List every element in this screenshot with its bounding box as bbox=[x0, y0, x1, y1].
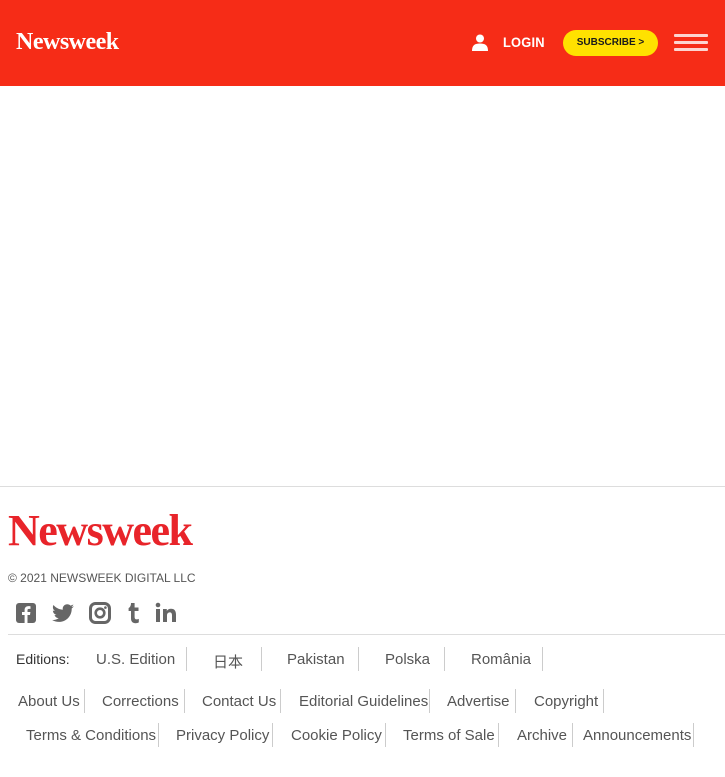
link-separator bbox=[572, 723, 573, 747]
link-editorial-guidelines[interactable]: Editorial Guidelines bbox=[299, 693, 428, 710]
hamburger-menu-icon[interactable] bbox=[674, 34, 708, 52]
edition-pakistan[interactable]: Pakistan bbox=[287, 651, 345, 668]
link-separator bbox=[515, 689, 516, 713]
link-separator bbox=[272, 723, 273, 747]
edition-japan[interactable]: 日本 bbox=[213, 651, 243, 672]
link-advertise[interactable]: Advertise bbox=[447, 693, 510, 710]
link-terms-of-sale[interactable]: Terms of Sale bbox=[403, 727, 495, 744]
editions-row: Editions: U.S. Edition 日本 Pakistan Polsk… bbox=[0, 647, 725, 673]
login-button[interactable]: LOGIN bbox=[503, 34, 545, 50]
link-about-us[interactable]: About Us bbox=[18, 693, 80, 710]
twitter-icon[interactable] bbox=[51, 602, 75, 624]
link-copyright[interactable]: Copyright bbox=[534, 693, 598, 710]
link-separator bbox=[429, 689, 430, 713]
link-separator bbox=[444, 647, 445, 671]
social-divider bbox=[8, 634, 725, 635]
link-privacy-policy[interactable]: Privacy Policy bbox=[176, 727, 269, 744]
link-terms-conditions[interactable]: Terms & Conditions bbox=[26, 727, 156, 744]
link-separator bbox=[158, 723, 159, 747]
link-separator bbox=[84, 689, 85, 713]
link-separator bbox=[261, 647, 262, 671]
link-separator bbox=[498, 723, 499, 747]
linkedin-icon[interactable] bbox=[154, 602, 178, 624]
site-header: Newsweek LOGIN SUBSCRIBE > bbox=[0, 0, 725, 86]
link-contact-us[interactable]: Contact Us bbox=[202, 693, 276, 710]
footer-links-row-1: About Us Corrections Contact Us Editoria… bbox=[0, 689, 725, 715]
header-logo[interactable]: Newsweek bbox=[16, 29, 119, 56]
user-icon[interactable] bbox=[472, 34, 488, 51]
link-separator bbox=[358, 647, 359, 671]
link-announcements[interactable]: Announcements bbox=[583, 727, 691, 744]
instagram-icon[interactable] bbox=[88, 602, 112, 624]
facebook-icon[interactable] bbox=[14, 602, 38, 624]
tumblr-icon[interactable] bbox=[122, 602, 146, 624]
link-corrections[interactable]: Corrections bbox=[102, 693, 179, 710]
link-separator bbox=[693, 723, 694, 747]
subscribe-button[interactable]: SUBSCRIBE > bbox=[563, 30, 658, 56]
editions-label: Editions: bbox=[16, 651, 70, 667]
link-separator bbox=[186, 647, 187, 671]
copyright-text: © 2021 NEWSWEEK DIGITAL LLC bbox=[8, 571, 196, 585]
link-cookie-policy[interactable]: Cookie Policy bbox=[291, 727, 382, 744]
link-separator bbox=[280, 689, 281, 713]
edition-polska[interactable]: Polska bbox=[385, 651, 430, 668]
link-separator bbox=[603, 689, 604, 713]
footer-divider bbox=[0, 486, 725, 487]
footer-logo[interactable]: Newsweek bbox=[8, 506, 193, 556]
edition-romania[interactable]: România bbox=[471, 651, 531, 668]
link-separator bbox=[542, 647, 543, 671]
edition-us[interactable]: U.S. Edition bbox=[96, 651, 175, 668]
link-separator bbox=[385, 723, 386, 747]
link-separator bbox=[184, 689, 185, 713]
link-archive[interactable]: Archive bbox=[517, 727, 567, 744]
footer-links-row-2: Terms & Conditions Privacy Policy Cookie… bbox=[0, 723, 725, 749]
